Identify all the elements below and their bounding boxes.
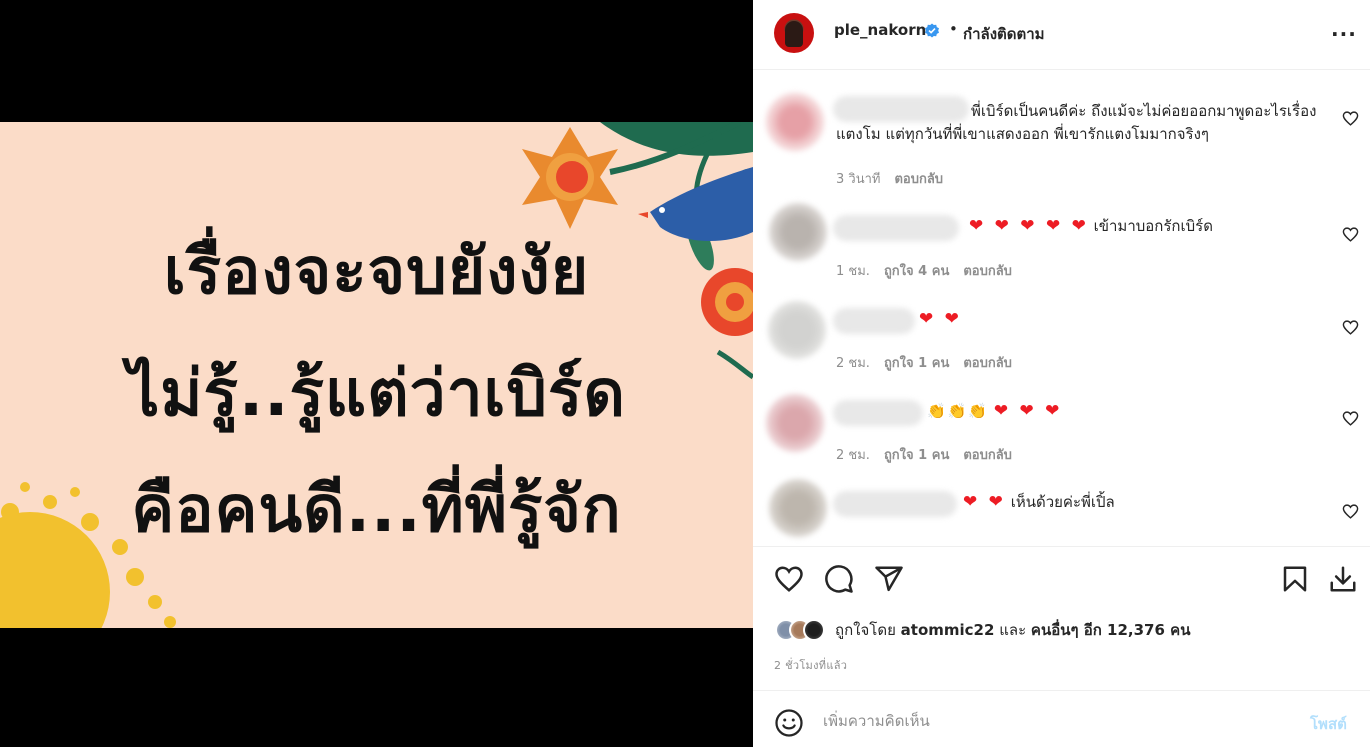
post-quote-line-3: คือคนดี...ที่พี่รู้จัก bbox=[131, 473, 622, 547]
comment-time: 2 ชม. bbox=[836, 448, 870, 463]
post-media: เรื่องจะจบยังงัย ไม่รู้..รู้แต่ว่าเบิร์ด… bbox=[0, 0, 753, 747]
comment-icon[interactable] bbox=[824, 564, 854, 594]
comment-item: พี่เบิร์ดเป็นคนดีค่ะ ถึงแม้จะไม่ค่อยออกม… bbox=[753, 71, 1370, 193]
comment-like-heart-icon[interactable] bbox=[1342, 226, 1359, 243]
commenter-avatar[interactable] bbox=[766, 394, 824, 452]
post-actions: ถูกใจโดย atommic22 และ คนอื่นๆ อีก 12,37… bbox=[753, 546, 1370, 690]
post-image: เรื่องจะจบยังงัย ไม่รู้..รู้แต่ว่าเบิร์ด… bbox=[0, 122, 753, 628]
more-icon[interactable]: ··· bbox=[1331, 22, 1357, 46]
comment-input[interactable] bbox=[823, 703, 1293, 739]
comment-text: เห็นด้วยค่ะพี่เปิ้ล bbox=[1010, 493, 1115, 511]
comment-text-row: ❤ ❤ ❤ ❤ ❤ เข้ามาบอกรักเบิร์ด bbox=[969, 215, 1319, 238]
share-icon[interactable] bbox=[874, 564, 904, 594]
likes-summary[interactable]: ถูกใจโดย atommic22 และ คนอื่นๆ อีก 12,37… bbox=[775, 617, 1190, 643]
heart-icon[interactable] bbox=[774, 564, 804, 594]
liker-avatar bbox=[803, 619, 825, 641]
following-button[interactable]: กำลังติดตาม bbox=[963, 22, 1045, 46]
comment-likes[interactable]: ถูกใจ 4 คน bbox=[884, 260, 949, 281]
verified-icon bbox=[925, 23, 939, 38]
commenter-avatar[interactable] bbox=[766, 93, 824, 151]
author-avatar[interactable] bbox=[774, 13, 814, 53]
commenter-username[interactable] bbox=[833, 215, 959, 241]
comment-text-row: 👏👏👏 ❤ ❤ ❤ bbox=[927, 400, 1127, 423]
comment-time: 1 ชม. bbox=[836, 264, 870, 279]
commenter-avatar[interactable] bbox=[768, 301, 826, 359]
comment-meta: 1 ชม. ถูกใจ 4 คน ตอบกลับ bbox=[836, 260, 1012, 281]
clap-emoji: 👏👏👏 bbox=[927, 402, 990, 420]
comment-like-heart-icon[interactable] bbox=[1342, 319, 1359, 336]
likes-conjunction: และ bbox=[999, 621, 1027, 639]
post-quote-line-1: เรื่องจะจบยังงัย bbox=[163, 235, 590, 309]
post-comment-button[interactable]: โพสต์ bbox=[1310, 712, 1347, 736]
comment-item: ❤ ❤ ❤ ❤ ❤ เข้ามาบอกรักเบิร์ด 1 ชม. ถูกใจ… bbox=[753, 193, 1370, 285]
comment-likes[interactable]: ถูกใจ 1 คน bbox=[884, 352, 949, 373]
comment-like-heart-icon[interactable] bbox=[1342, 110, 1359, 127]
comments-list[interactable]: พี่เบิร์ดเป็นคนดีค่ะ ถึงแม้จะไม่ค่อยออกม… bbox=[753, 71, 1370, 546]
reply-button[interactable]: ตอบกลับ bbox=[963, 260, 1012, 281]
commenter-username[interactable] bbox=[833, 308, 915, 334]
liker-username[interactable]: atommic22 bbox=[901, 621, 995, 639]
comment-text: เข้ามาบอกรักเบิร์ด bbox=[1093, 217, 1213, 235]
comment-meta: 2 ชม. ถูกใจ 1 คน ตอบกลับ bbox=[836, 352, 1012, 373]
post-quote-line-2: ไม่รู้..รู้แต่ว่าเบิร์ด bbox=[127, 357, 626, 431]
bookmark-icon[interactable] bbox=[1280, 564, 1310, 594]
comment-item: ❤ ❤ เห็นด้วยค่ะพี่เปิ้ล bbox=[753, 469, 1370, 546]
comment-time: 3 วินาที bbox=[836, 172, 881, 187]
comment-text-row: ❤ ❤ bbox=[919, 308, 1119, 331]
comment-like-heart-icon[interactable] bbox=[1342, 410, 1359, 427]
comment-meta: 2 ชม. ถูกใจ 1 คน ตอบกลับ bbox=[836, 444, 1012, 465]
download-icon[interactable] bbox=[1328, 564, 1358, 594]
author-username[interactable]: ple_nakorn bbox=[834, 21, 926, 39]
reply-button[interactable]: ตอบกลับ bbox=[963, 352, 1012, 373]
add-comment-bar: โพสต์ bbox=[753, 690, 1370, 747]
likes-others-count[interactable]: คนอื่นๆ อีก 12,376 คน bbox=[1031, 621, 1191, 639]
likes-prefix: ถูกใจโดย bbox=[835, 621, 896, 639]
heart-emoji: ❤ ❤ bbox=[919, 309, 962, 329]
comment-like-heart-icon[interactable] bbox=[1342, 503, 1359, 520]
post-panel: ple_nakorn • กำลังติดตาม ··· พี่เบิร์ดเป… bbox=[753, 0, 1370, 747]
likes-text: ถูกใจโดย atommic22 และ คนอื่นๆ อีก 12,37… bbox=[835, 618, 1190, 642]
heart-emoji: ❤ ❤ ❤ bbox=[993, 401, 1063, 421]
commenter-avatar[interactable] bbox=[769, 203, 827, 261]
comment-time: 2 ชม. bbox=[836, 356, 870, 371]
reply-button[interactable]: ตอบกลับ bbox=[963, 444, 1012, 465]
heart-emoji: ❤ ❤ ❤ ❤ ❤ bbox=[969, 216, 1089, 236]
comment-meta: 3 วินาที ตอบกลับ bbox=[836, 168, 943, 189]
heart-emoji: ❤ ❤ bbox=[963, 492, 1006, 512]
commenter-username[interactable] bbox=[833, 400, 923, 426]
comment-likes[interactable]: ถูกใจ 1 คน bbox=[884, 444, 949, 465]
smile-icon[interactable] bbox=[774, 708, 804, 738]
comment-text-row: ❤ ❤ เห็นด้วยค่ะพี่เปิ้ล bbox=[963, 491, 1263, 514]
comment-text: พี่เบิร์ดเป็นคนดีค่ะ ถึงแม้จะไม่ค่อยออกม… bbox=[836, 102, 1317, 143]
commenter-avatar[interactable] bbox=[769, 479, 827, 537]
post-header: ple_nakorn • กำลังติดตาม ··· bbox=[753, 0, 1370, 70]
comment-item: ❤ ❤ 2 ชม. ถูกใจ 1 คน ตอบกลับ bbox=[753, 285, 1370, 377]
commenter-username[interactable] bbox=[833, 491, 957, 517]
reply-button[interactable]: ตอบกลับ bbox=[894, 168, 943, 189]
header-separator: • bbox=[949, 20, 958, 38]
comment-item: 👏👏👏 ❤ ❤ ❤ 2 ชม. ถูกใจ 1 คน ตอบกลับ bbox=[753, 377, 1370, 469]
post-time[interactable]: 2 ชั่วโมงที่แล้ว bbox=[774, 656, 847, 674]
